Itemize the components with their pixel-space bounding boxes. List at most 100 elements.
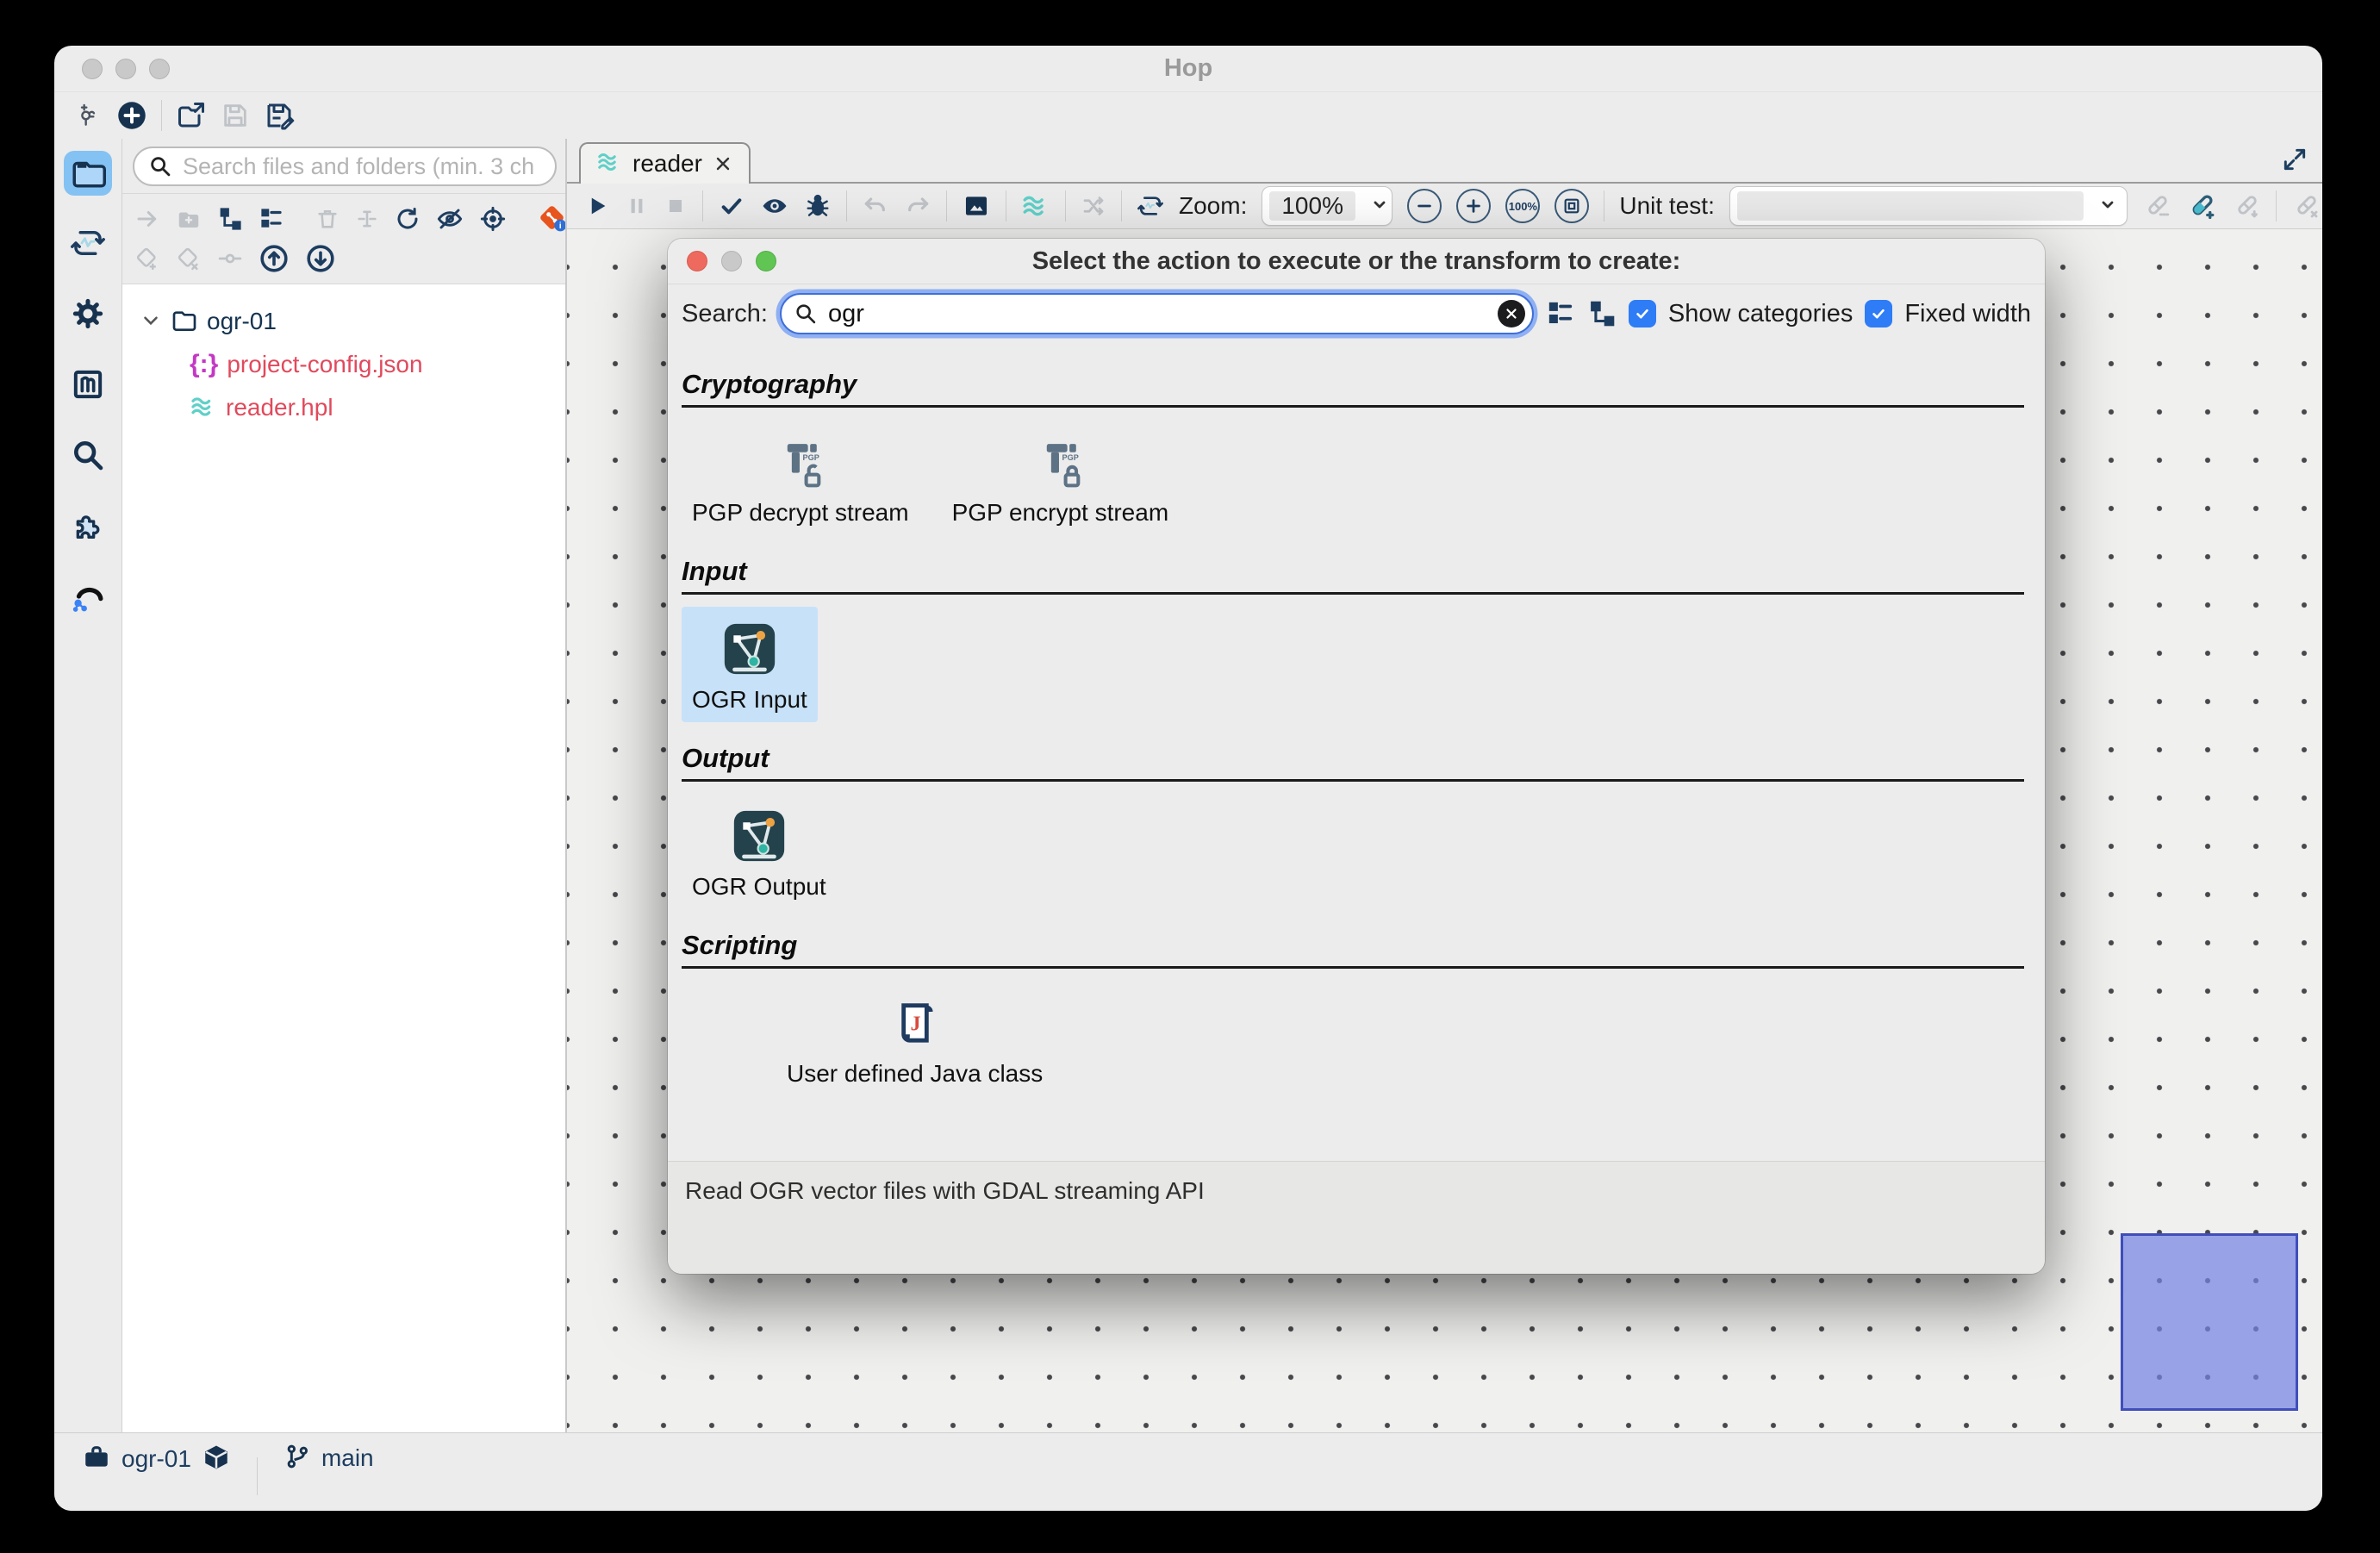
close-tab-button[interactable] <box>713 153 733 174</box>
detach-unit-test-button[interactable] <box>2232 191 2261 221</box>
delete-file-button[interactable] <box>315 207 340 231</box>
transform-label: PGP decrypt stream <box>692 499 909 527</box>
json-file-icon: {:} <box>190 350 218 379</box>
git-info-button[interactable]: i <box>538 203 569 234</box>
neo4j-perspective-button[interactable] <box>64 575 112 620</box>
delete-unit-test-button[interactable] <box>2291 191 2321 221</box>
explorer-toolbar: i <box>122 193 565 284</box>
tree-row-file[interactable]: reader.hpl <box>122 386 565 429</box>
ogr-input-icon <box>720 615 780 679</box>
statusbar-divider <box>257 1457 258 1495</box>
clear-search-button[interactable] <box>1498 300 1525 327</box>
explorer-perspective-button[interactable] <box>64 151 112 196</box>
stop-button[interactable] <box>664 194 688 218</box>
redo-button[interactable] <box>904 192 931 220</box>
folder-icon <box>171 307 198 337</box>
configuration-perspective-button[interactable] <box>64 292 112 337</box>
dialog-tree-view-button[interactable] <box>1587 299 1617 328</box>
dialog-status-area: Read OGR vector files with GDAL streamin… <box>668 1161 2045 1274</box>
search-perspective-button[interactable] <box>64 433 112 478</box>
new-item-button[interactable] <box>116 100 147 131</box>
plugins-perspective-button[interactable] <box>64 504 112 549</box>
preview-button[interactable] <box>760 191 789 221</box>
expand-all-button[interactable] <box>259 243 290 274</box>
fixed-width-checkbox[interactable] <box>1865 300 1892 327</box>
unit-test-label: Unit test: <box>1619 192 1714 220</box>
transform-item-ogr-input[interactable]: OGR Input <box>682 607 818 722</box>
tab-reader[interactable]: reader <box>579 142 751 184</box>
transform-item-ogr-output[interactable]: OGR Output <box>682 794 837 909</box>
pipeline-waves-icon <box>1021 191 1050 221</box>
files-search-input[interactable] <box>133 147 557 186</box>
transform-item-pgp-encrypt-stream[interactable]: PGP PGP encrypt stream <box>942 420 1180 535</box>
open-file-button[interactable] <box>176 100 207 131</box>
dialog-list-view-button[interactable] <box>1546 299 1575 328</box>
remove-from-favorites-button[interactable] <box>176 246 202 271</box>
show-categories-checkbox[interactable] <box>1629 300 1656 327</box>
undo-button[interactable] <box>862 192 889 220</box>
metadata-perspective-button[interactable] <box>64 363 112 408</box>
data-orchestration-perspective-button[interactable] <box>64 221 112 266</box>
toolbar-divider <box>1065 190 1066 221</box>
save-as-button[interactable] <box>264 100 295 131</box>
zoom-100-button[interactable]: 100% <box>1505 189 1540 223</box>
category-header: Scripting <box>682 930 2024 969</box>
category-header: Input <box>682 556 2024 595</box>
transform-label: PGP encrypt stream <box>952 499 1169 527</box>
snapshot-button[interactable] <box>962 191 991 221</box>
goto-file-button[interactable] <box>479 205 507 233</box>
transform-item-pgp-decrypt-stream[interactable]: PGP PGP decrypt stream <box>682 420 919 535</box>
window-titlebar: Hop <box>54 46 2322 92</box>
new-folder-button[interactable] <box>176 206 202 232</box>
tree-row-project-folder[interactable]: ogr-01 <box>122 300 565 343</box>
debug-button[interactable] <box>804 192 832 220</box>
status-bar: ogr-01 main <box>54 1432 2322 1511</box>
transform-item-user-defined-java-class[interactable]: J User defined Java class <box>776 981 1053 1096</box>
create-unit-test-button[interactable] <box>2186 190 2217 221</box>
canvas-note-rectangle[interactable] <box>2121 1233 2298 1411</box>
list-view-button[interactable] <box>259 206 284 232</box>
dialog-search-row: Search: Show categories <box>668 284 2045 343</box>
zoom-fit-button[interactable] <box>1554 189 1589 223</box>
toolbar-divider <box>2276 190 2277 221</box>
chevron-down-icon <box>2089 194 2127 219</box>
add-to-favorites-button[interactable] <box>134 246 160 271</box>
svg-text:i: i <box>559 221 562 231</box>
zoom-in-button[interactable] <box>1456 189 1491 223</box>
tree-view-button[interactable] <box>217 206 243 232</box>
pipeline-toolbar: Zoom: 100% 100% <box>567 184 2322 229</box>
transform-label: User defined Java class <box>787 1060 1043 1088</box>
pause-button[interactable] <box>625 194 649 218</box>
folder-icon <box>70 154 106 193</box>
show-categories-label: Show categories <box>1668 300 1853 328</box>
rename-file-button[interactable] <box>355 207 379 231</box>
zoom-out-button[interactable] <box>1407 189 1442 223</box>
project-chip[interactable]: ogr-01 <box>77 1442 236 1475</box>
sort-transforms-button[interactable] <box>1081 193 1106 219</box>
check-pipeline-button[interactable] <box>718 192 745 220</box>
toolbar-divider <box>1121 190 1122 221</box>
branch-name: main <box>321 1444 374 1472</box>
save-button[interactable] <box>221 101 250 130</box>
refresh-button[interactable] <box>395 206 421 232</box>
hide-files-button[interactable] <box>436 205 464 233</box>
transform-picker-dialog: Select the action to execute or the tran… <box>668 239 2045 1274</box>
navigate-forward-button[interactable] <box>134 206 160 232</box>
collapse-all-button[interactable] <box>305 243 336 274</box>
git-branch-chip[interactable]: main <box>278 1442 379 1474</box>
unit-test-combobox[interactable] <box>1729 186 2128 226</box>
edit-unit-test-button[interactable] <box>2142 191 2171 221</box>
environment-cube-icon <box>202 1443 231 1475</box>
dialog-search-input[interactable] <box>780 293 1534 334</box>
pipeline-waves-icon <box>190 393 217 423</box>
pgp-decrypt-icon: PGP <box>774 428 827 492</box>
zoom-combobox[interactable]: 100% <box>1262 186 1392 226</box>
maximize-editor-button[interactable] <box>2281 146 2308 173</box>
metadata-icon <box>71 367 105 404</box>
search-icon <box>794 302 818 330</box>
connector-button[interactable] <box>217 246 243 271</box>
ogr-output-icon <box>729 802 789 866</box>
tree-row-file[interactable]: {:} project-config.json <box>122 343 565 386</box>
run-button[interactable] <box>584 193 610 219</box>
neo4j-graph-icon <box>70 578 106 617</box>
